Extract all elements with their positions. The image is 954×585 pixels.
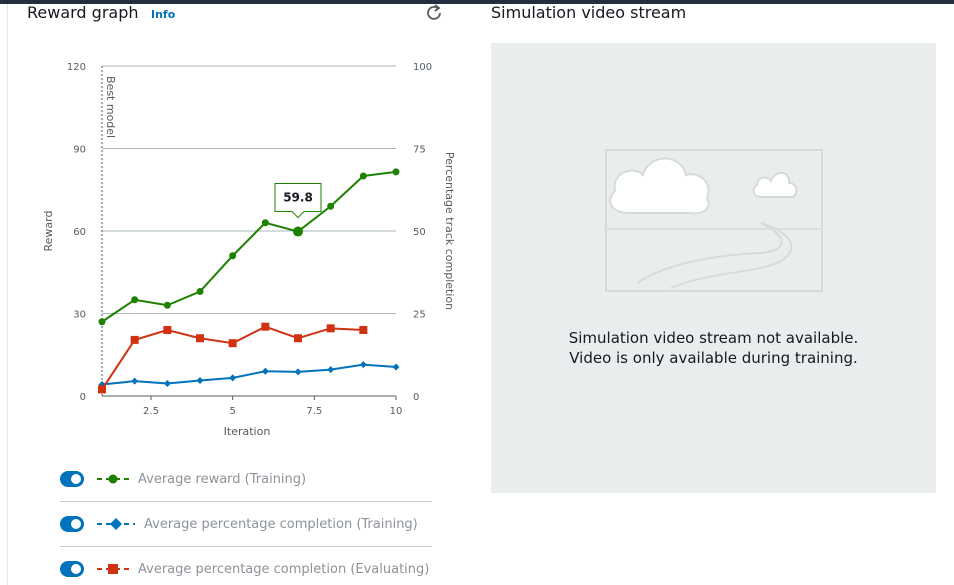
- value-tooltip: 59.8: [274, 183, 322, 219]
- reward-axis-ticks: 0 30 60 90 120: [67, 62, 86, 403]
- tooltip-value: 59.8: [283, 191, 313, 205]
- video-stream-title: Simulation video stream: [491, 3, 687, 22]
- image-placeholder-icon: [605, 149, 823, 292]
- data-point: [98, 318, 106, 326]
- data-point: [359, 361, 367, 369]
- completion-tick-label: 50: [413, 227, 426, 238]
- video-stream-placeholder: Simulation video stream not available. V…: [491, 43, 936, 493]
- data-point: [228, 339, 237, 348]
- toggle-average-completion-evaluating[interactable]: [60, 561, 84, 577]
- legend-item-average-reward-training: Average reward (Training): [60, 464, 306, 494]
- legend-swatch-square-icon: [97, 564, 129, 574]
- reward-tick-label: 90: [73, 145, 86, 156]
- completion-tick-label: 25: [413, 310, 426, 321]
- data-point: [327, 202, 335, 210]
- reward-chart: Best model 0 30 60 90 120 0 25 50 75 100 2.5 5 7.5…: [42, 62, 456, 438]
- reward-tick-label: 60: [73, 227, 86, 238]
- series-line-1: [101, 363, 397, 386]
- reward-tick-label: 30: [73, 310, 86, 321]
- x-tick-label: 2.5: [143, 406, 159, 417]
- highlighted-point: [293, 226, 303, 237]
- data-point: [327, 366, 335, 374]
- series-line-0: [101, 170, 397, 323]
- toggle-average-reward-training[interactable]: [60, 471, 84, 487]
- legend-divider: [60, 546, 432, 547]
- data-point: [261, 322, 270, 331]
- data-point: [392, 168, 400, 176]
- data-point: [130, 335, 139, 344]
- data-point: [163, 326, 172, 334]
- data-point: [131, 296, 139, 304]
- data-point: [261, 219, 269, 227]
- completion-tick-label: 100: [413, 62, 432, 73]
- legend-swatch-diamond-icon: [97, 518, 135, 530]
- legend-label-average-completion-training: Average percentage completion (Training): [144, 516, 418, 532]
- data-point: [294, 368, 302, 376]
- data-point: [196, 288, 204, 295]
- reward-tick-label: 0: [80, 392, 86, 403]
- x-tick-label: 10: [390, 406, 403, 417]
- data-point: [98, 385, 106, 394]
- video-unavailable-message: Simulation video stream not available.: [568, 329, 859, 347]
- data-point: [359, 172, 367, 180]
- legend-label-average-reward-training: Average reward (Training): [138, 471, 307, 487]
- data-point: [163, 301, 171, 309]
- data-point: [392, 363, 400, 371]
- completion-tick-label: 0: [413, 392, 419, 403]
- y2-axis-label: Percentage track completion: [443, 152, 456, 310]
- data-point: [359, 326, 368, 334]
- best-model-label: Best model: [104, 76, 117, 138]
- iteration-axis-ticks: 2.5 5 7.5 10: [143, 396, 402, 417]
- x-axis-label: Iteration: [224, 425, 271, 438]
- data-point: [196, 376, 204, 384]
- data-point: [294, 334, 302, 343]
- data-point: [229, 252, 237, 260]
- legend-item-average-completion-evaluating: Average percentage completion (Evaluatin…: [60, 554, 429, 584]
- data-point: [229, 374, 237, 382]
- x-tick-label: 5: [229, 406, 235, 417]
- data-point: [163, 379, 171, 387]
- reward-tick-label: 120: [67, 62, 86, 73]
- video-training-only-message: Video is only available during training.: [569, 349, 858, 367]
- completion-axis-ticks: 0 25 50 75 100: [413, 62, 432, 403]
- legend-swatch-circle-icon: [97, 474, 129, 484]
- legend-label-average-completion-evaluating: Average percentage completion (Evaluatin…: [138, 561, 430, 577]
- y-axis-label: Reward: [42, 211, 55, 252]
- completion-tick-label: 75: [413, 145, 426, 156]
- data-point: [196, 334, 204, 343]
- legend-divider: [60, 501, 432, 502]
- chart-gridlines: [102, 65, 396, 397]
- data-point: [131, 377, 139, 385]
- legend-item-average-completion-training: Average percentage completion (Training): [60, 509, 418, 539]
- data-point: [326, 324, 335, 333]
- data-point: [261, 367, 269, 375]
- toggle-average-completion-training[interactable]: [60, 516, 84, 532]
- chart-series: [98, 168, 400, 394]
- x-tick-label: 7.5: [306, 406, 322, 417]
